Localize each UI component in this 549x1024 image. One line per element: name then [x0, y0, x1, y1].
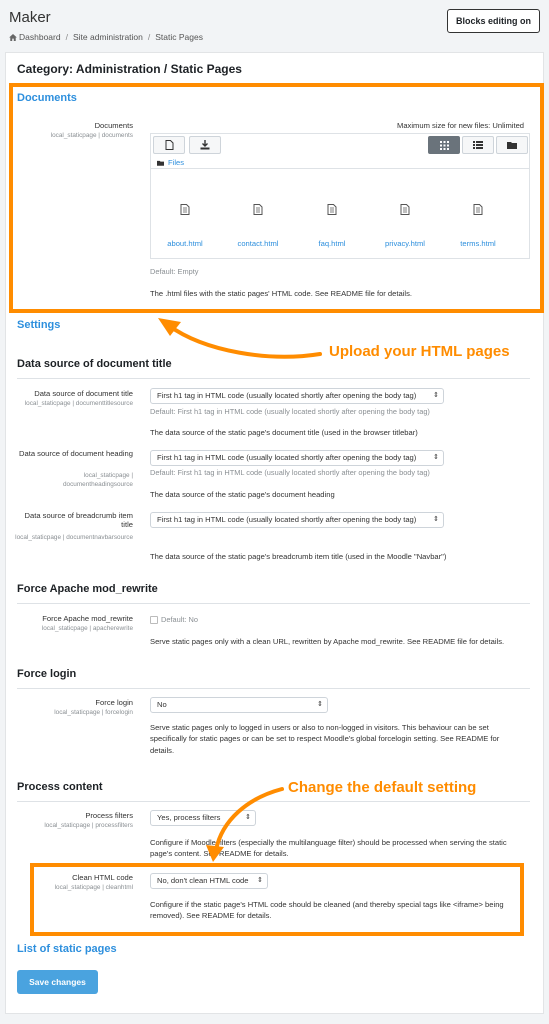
- change-arrow: [214, 787, 284, 852]
- change-arrowhead: [206, 845, 224, 862]
- upload-arrow: [166, 323, 322, 359]
- annotation-arrows: [158, 318, 322, 862]
